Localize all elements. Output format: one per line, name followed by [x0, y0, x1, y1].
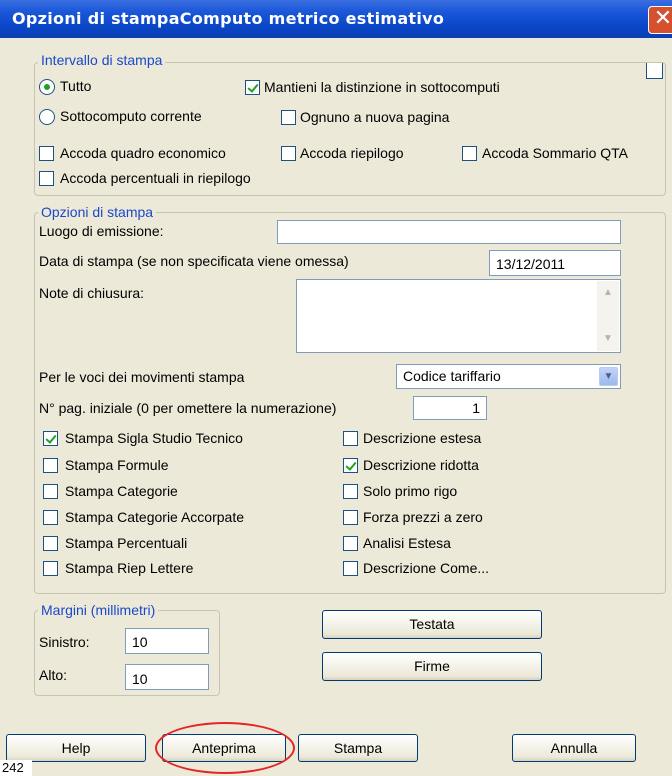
radio-sottocomputo-label: Sottocomputo corrente — [60, 108, 202, 124]
checkbox-quadro[interactable] — [39, 146, 54, 161]
checkbox-percentuali[interactable] — [39, 171, 54, 186]
checkbox-solo-primo-rigo[interactable] — [343, 484, 358, 499]
chevron-down-icon[interactable]: ▼ — [599, 367, 618, 386]
checkbox-sigla-label: Stampa Sigla Studio Tecnico — [65, 430, 243, 446]
checkbox-categorie-label: Stampa Categorie — [65, 483, 178, 499]
close-icon[interactable]: ✕ — [648, 6, 672, 34]
alto-label: Alto: — [39, 667, 68, 683]
checkbox-solo-primo-rigo-label: Solo primo rigo — [363, 483, 458, 499]
checkbox-mantieni-label: Mantieni la distinzione in sottocomputi — [264, 79, 500, 95]
testata-button[interactable]: Testata — [322, 610, 542, 639]
movimenti-select[interactable]: Codice tariffario ▼ — [396, 364, 621, 389]
checkbox-analisi-estesa-label: Analisi Estesa — [363, 535, 451, 551]
checkbox-categorie-accorpate-label: Stampa Categorie Accorpate — [65, 509, 244, 525]
highlight-ellipse — [155, 722, 295, 774]
radio-tutto[interactable] — [39, 79, 55, 95]
checkbox-sigla[interactable] — [43, 431, 58, 446]
help-button[interactable]: Help — [6, 734, 146, 762]
pag-input[interactable]: 1 — [413, 396, 487, 420]
data-label: Data di stampa (se non specificata viene… — [39, 253, 349, 269]
checkbox-descrizione-come[interactable] — [343, 561, 358, 576]
checkbox-descrizione-ridotta[interactable] — [343, 458, 358, 473]
checkbox-percentuali-stampa[interactable] — [43, 536, 58, 551]
sinistro-input[interactable]: 10 — [125, 628, 209, 654]
checkbox-sommario-label: Accoda Sommario QTA — [482, 145, 629, 161]
scroll-up-icon[interactable]: ▲ — [599, 284, 617, 302]
checkbox-descrizione-come-label: Descrizione Come... — [363, 560, 490, 576]
checkbox-formule-label: Stampa Formule — [65, 457, 169, 473]
checkbox-riep-lettere-label: Stampa Riep Lettere — [65, 560, 194, 576]
title-bar[interactable]: Opzioni di stampaComputo metrico estimat… — [0, 0, 672, 38]
opzioni-legend: Opzioni di stampa — [38, 204, 157, 220]
checkbox-ognuno-label: Ognuno a nuova pagina — [300, 109, 450, 125]
note-textarea[interactable]: ▲ ▼ — [296, 279, 621, 353]
checkbox-percentuali-label: Accoda percentuali in riepilogo — [60, 170, 251, 186]
sinistro-label: Sinistro: — [39, 634, 90, 650]
print-options-dialog: Opzioni di stampaComputo metrico estimat… — [0, 0, 672, 776]
checkbox-riepilogo-label: Accoda riepilogo — [300, 145, 404, 161]
margini-legend: Margini (millimetri) — [38, 602, 159, 618]
checkbox-analisi-estesa[interactable] — [343, 536, 358, 551]
window-title: Opzioni di stampaComputo metrico estimat… — [12, 9, 445, 28]
checkbox-descrizione-estesa[interactable] — [343, 431, 358, 446]
firme-button[interactable]: Firme — [322, 652, 542, 681]
checkbox-categorie[interactable] — [43, 484, 58, 499]
checkbox-descrizione-ridotta-label: Descrizione ridotta — [363, 457, 479, 473]
checkbox-categorie-accorpate[interactable] — [43, 510, 58, 525]
alto-input[interactable]: 10 — [125, 664, 209, 690]
page-number: 242 — [0, 760, 32, 776]
checkbox-formule[interactable] — [43, 458, 58, 473]
checkbox-ognuno[interactable] — [281, 110, 296, 125]
checkbox-mantieni[interactable] — [245, 80, 260, 95]
movimenti-value: Codice tariffario — [403, 368, 501, 384]
checkbox-riep-lettere[interactable] — [43, 561, 58, 576]
stampa-button[interactable]: Stampa — [298, 734, 418, 762]
checkbox-sommario[interactable] — [462, 146, 477, 161]
checkbox-percentuali-stampa-label: Stampa Percentuali — [65, 535, 188, 551]
intervallo-legend: Intervallo di stampa — [38, 52, 166, 68]
checkbox-forza-prezzi-label: Forza prezzi a zero — [363, 509, 483, 525]
data-input[interactable]: 13/12/2011 — [489, 250, 621, 276]
radio-sottocomputo[interactable] — [39, 109, 55, 125]
scroll-down-icon[interactable]: ▼ — [599, 330, 617, 348]
movimenti-label: Per le voci dei movimenti stampa — [39, 369, 245, 385]
checkbox-forza-prezzi[interactable] — [343, 510, 358, 525]
pag-label: N° pag. iniziale (0 per omettere la nume… — [39, 400, 337, 416]
annulla-button[interactable]: Annulla — [512, 734, 636, 762]
note-label: Note di chiusura: — [39, 285, 145, 301]
checkbox-riepilogo[interactable] — [281, 146, 296, 161]
luogo-label: Luogo di emissione: — [39, 223, 164, 239]
checkbox-quadro-label: Accoda quadro economico — [60, 145, 226, 161]
radio-tutto-label: Tutto — [60, 78, 92, 94]
note-scrollbar[interactable]: ▲ ▼ — [597, 281, 619, 351]
luogo-input[interactable] — [277, 220, 621, 244]
checkbox-descrizione-estesa-label: Descrizione estesa — [363, 430, 482, 446]
